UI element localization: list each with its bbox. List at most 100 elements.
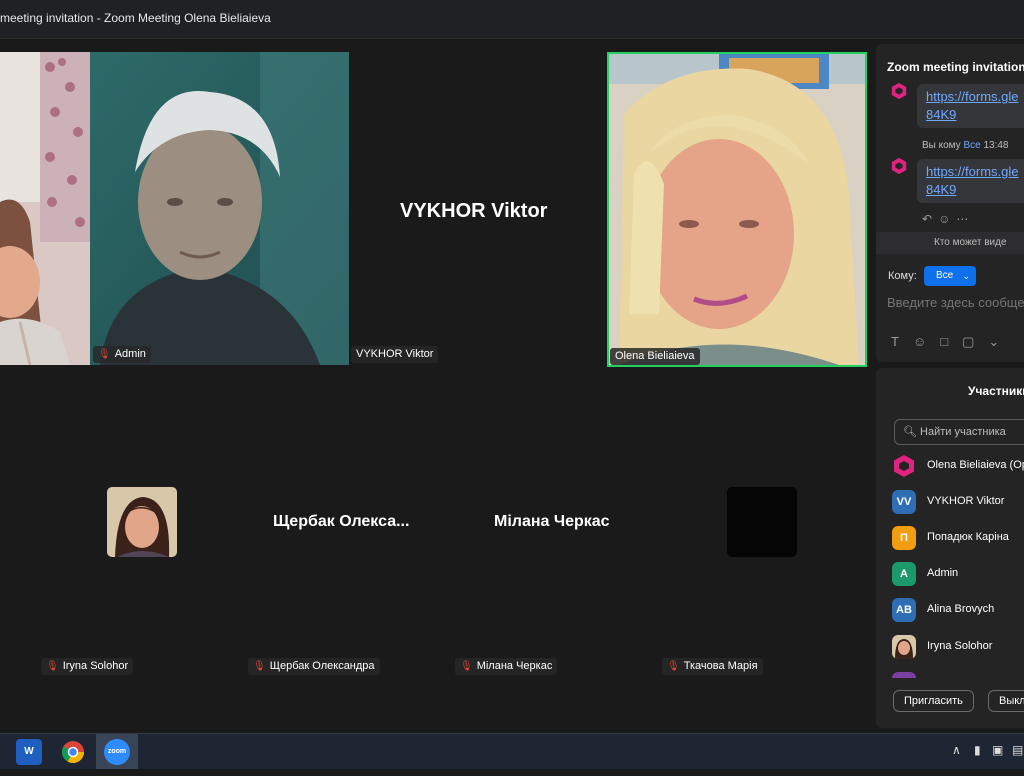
participant-name: Iryna Solohor [62, 660, 129, 672]
mic-muted-icon: 🎙︎ [667, 661, 680, 672]
video-feed-admin [90, 52, 349, 365]
mute-all-button[interactable]: Выкл [988, 690, 1024, 712]
chrome-icon[interactable] [60, 739, 86, 765]
participant-name: Olena Bieliaieva [615, 350, 695, 362]
chrome-logo-icon [62, 741, 84, 763]
gallery-tile-iryna[interactable]: 🎙︎ Iryna Solohor [40, 379, 240, 679]
chat-toolbar: T ☺ □ ▢ ⌄ [891, 334, 1013, 350]
participant-row-partial [892, 672, 916, 678]
namebar-shcherbak: 🎙︎ Щербак Олександра [248, 658, 380, 675]
tray-display-icon[interactable]: ▣ [992, 743, 1003, 757]
namebar-vykhor: VYKHOR Viktor [351, 346, 439, 363]
avatar [892, 635, 916, 659]
sender-logo-icon [891, 82, 907, 100]
format-text-icon[interactable]: T [891, 334, 899, 349]
file-icon[interactable]: □ [940, 334, 948, 349]
participant-row[interactable]: AB Alina Brovych [892, 598, 1024, 624]
tray-network-icon[interactable]: ▤ [1012, 743, 1023, 757]
namebar-tkachova: 🎙︎ Ткачова Марія [662, 658, 763, 675]
tray-chevron-icon[interactable]: ∧ [952, 743, 961, 757]
chat-message-2: https://forms.gle 84K9 [917, 159, 1024, 203]
participant-name: Попадюк Каріна [927, 531, 1009, 543]
avatar: AB [892, 598, 916, 622]
chat-title: Zoom meeting invitation [887, 60, 1024, 74]
participant-name: Ткачова Марія [683, 660, 758, 672]
participant-name: Admin [927, 567, 959, 579]
tray-mic-icon[interactable]: ▮ [974, 743, 981, 757]
chat-link[interactable]: https://forms.gle [926, 89, 1018, 104]
recipient-value: Все [936, 270, 954, 281]
participant-search-input[interactable]: 🔍︎ Найти участника [894, 419, 1024, 445]
video-tile-vykhor[interactable]: VYKHOR Viktor VYKHOR Viktor [350, 52, 605, 365]
host-logo-icon [894, 455, 914, 477]
to-label: Кому: [888, 270, 917, 282]
display-name: VYKHOR Viktor [400, 200, 548, 222]
meta-prefix: Вы кому [922, 140, 961, 151]
video-feed-partial [0, 52, 90, 365]
avatar: П [892, 526, 916, 550]
gallery-tile-tkachova[interactable]: 🎙︎ Ткачова Марія [661, 379, 861, 679]
chat-link-cont[interactable]: 84K9 [926, 182, 956, 197]
namebar-milana: 🎙︎ Мілана Черкас [455, 658, 558, 675]
chat-link[interactable]: https://forms.gle [926, 164, 1018, 179]
participant-name: Мілана Черкас [476, 660, 553, 672]
video-feed-olena [609, 54, 865, 365]
gallery-tile-shcherbak[interactable]: Щербак Олекса... 🎙︎ Щербак Олександра [247, 379, 447, 679]
chat-link-cont[interactable]: 84K9 [926, 107, 956, 122]
namebar-admin: 🎙︎ Admin [93, 346, 151, 363]
meta-time: 13:48 [983, 140, 1009, 151]
sender-logo-icon [891, 157, 907, 175]
participant-row[interactable]: П Попадюк Каріна [892, 526, 1024, 552]
who-can-see-text: Кто может виде [934, 237, 1007, 248]
namebar-iryna: 🎙︎ Iryna Solohor [41, 658, 134, 675]
participant-row[interactable]: Iryna Solohor [892, 635, 1024, 661]
mic-muted-icon: 🎙︎ [460, 661, 473, 672]
title-bar: meeting invitation - Zoom Meeting Olena … [0, 0, 1024, 39]
search-placeholder: Найти участника [920, 426, 1006, 438]
who-can-see-bar[interactable]: Кто может виде [876, 232, 1024, 254]
participant-name: Olena Bieliaieva (Op [927, 459, 1024, 471]
mic-muted-icon: 🎙︎ [46, 661, 59, 672]
chat-meta: Вы кому Все 13:48 [922, 140, 1009, 151]
display-name: Мілана Черкас [494, 513, 610, 530]
zoom-taskbar-active[interactable]: zoom [96, 734, 138, 769]
participant-row[interactable]: VV VYKHOR Viktor [892, 490, 1024, 516]
meta-to: Все [963, 140, 981, 151]
video-tile-admin[interactable]: 🎙︎ Admin [90, 52, 349, 365]
chevron-down-icon[interactable]: ⌄ [988, 334, 999, 349]
participant-row[interactable]: A Admin [892, 562, 1024, 588]
message-actions: ↶☺⋯ [922, 212, 974, 226]
invite-button[interactable]: Пригласить [893, 690, 974, 712]
avatar: VV [892, 490, 916, 514]
recipient-dropdown[interactable]: Все ⌄ [924, 266, 976, 286]
window-title: meeting invitation - Zoom Meeting Olena … [0, 11, 271, 25]
taskbar: W zoom ∧ ▮ ▣ ▤ [0, 733, 1024, 769]
participant-name: Alina Brovych [927, 603, 995, 615]
screenshot-icon[interactable]: ▢ [962, 334, 974, 349]
word-icon[interactable]: W [16, 739, 42, 765]
avatar-tkachova [727, 487, 797, 557]
emoji-icon[interactable]: ☺ [913, 334, 926, 349]
participant-name: VYKHOR Viktor [927, 495, 1005, 507]
display-name: Щербак Олекса... [273, 513, 410, 530]
chevron-down-icon: ⌄ [962, 271, 970, 281]
chat-panel: Zoom meeting invitation https://forms.gl… [876, 44, 1024, 362]
search-icon: 🔍︎ [903, 426, 917, 438]
chat-message-input[interactable] [885, 294, 1024, 311]
gallery-tile-milana[interactable]: Мілана Черкас 🎙︎ Мілана Черкас [454, 379, 654, 679]
video-stage: 🎙︎ Admin VYKHOR Viktor VYKHOR Viktor Olen… [0, 39, 874, 733]
video-tile-partial[interactable] [0, 52, 90, 365]
participant-name: Iryna Solohor [927, 640, 993, 652]
participant-name: Щербак Олександра [269, 660, 375, 672]
participant-row[interactable]: Olena Bieliaieva (Op [892, 454, 1024, 480]
participants-title: Участники [968, 384, 1024, 398]
participant-name: VYKHOR Viktor [356, 348, 434, 360]
emoji-react-icon[interactable]: ☺ [938, 212, 956, 226]
more-icon[interactable]: ⋯ [956, 212, 974, 226]
mic-muted-icon: 🎙︎ [253, 661, 266, 672]
avatar: A [892, 562, 916, 586]
video-tile-olena[interactable]: Olena Bieliaieva [607, 52, 867, 367]
reply-icon[interactable]: ↶ [922, 212, 938, 226]
namebar-olena: Olena Bieliaieva [610, 348, 700, 365]
avatar-iryna [107, 487, 177, 557]
